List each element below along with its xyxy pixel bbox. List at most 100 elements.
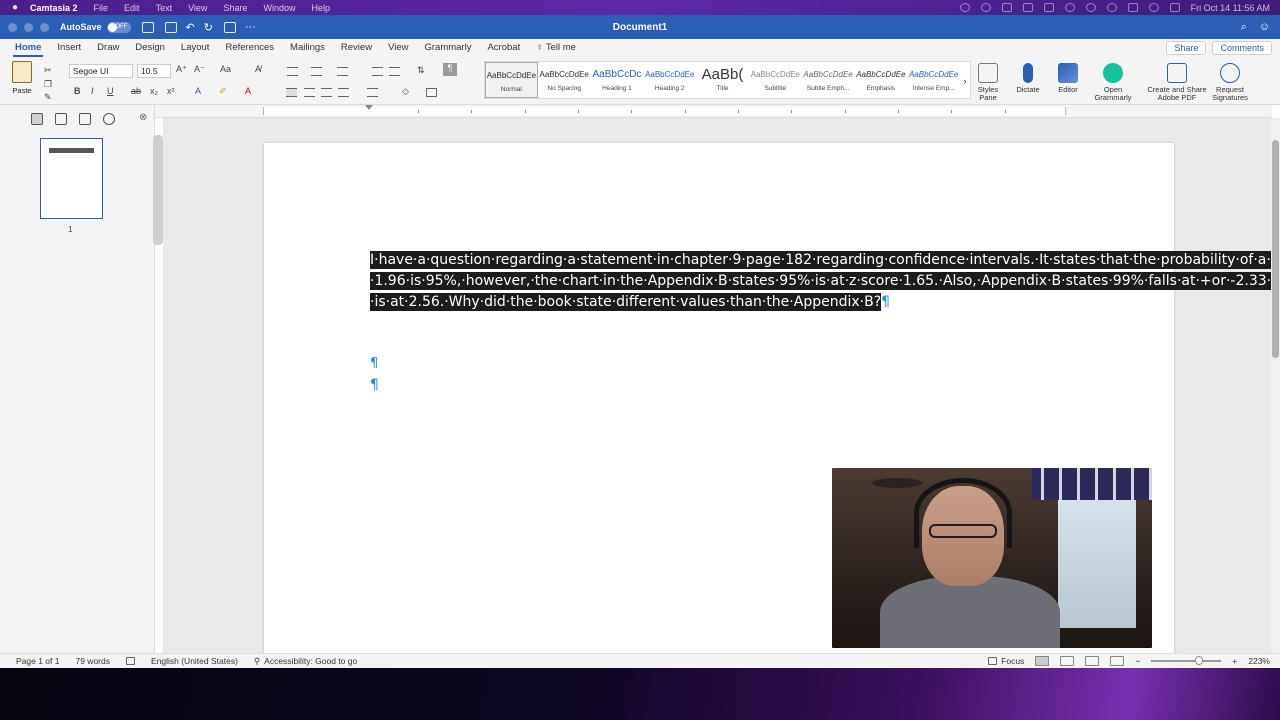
record-icon[interactable] <box>959 3 970 12</box>
menu-text[interactable]: Text <box>148 3 181 13</box>
share-button[interactable]: Share <box>1166 41 1207 55</box>
spotlight-search-icon[interactable] <box>1148 3 1159 12</box>
web-layout-view-button[interactable] <box>1060 656 1075 666</box>
close-pane-icon[interactable]: ⊗ <box>139 112 147 123</box>
style-heading-1[interactable]: AaBbCcDc Heading 1 <box>591 62 644 98</box>
align-right-icon[interactable] <box>321 88 332 97</box>
format-painter-icon[interactable]: ✎ <box>44 92 52 103</box>
font-color-icon[interactable]: A <box>245 86 251 96</box>
italic-icon[interactable]: I <box>91 86 94 96</box>
tab-review[interactable]: Review <box>333 39 380 57</box>
minimize-window-button[interactable] <box>24 22 33 32</box>
request-signatures-button[interactable]: Request Signatures <box>1210 63 1250 102</box>
menu-view[interactable]: View <box>180 3 215 13</box>
menu-help[interactable]: Help <box>303 3 338 13</box>
numbering-icon[interactable] <box>311 67 322 76</box>
search-icon[interactable] <box>103 113 115 125</box>
increase-indent-icon[interactable] <box>389 67 400 76</box>
font-size-select[interactable]: 10.5 <box>137 64 171 78</box>
page-thumbnail[interactable] <box>40 138 103 219</box>
draft-view-button[interactable] <box>1110 656 1125 666</box>
scrollbar-thumb[interactable] <box>1272 140 1279 358</box>
bold-icon[interactable]: B <box>74 86 81 96</box>
borders-icon[interactable] <box>426 88 437 97</box>
line-spacing-icon[interactable] <box>367 88 378 97</box>
camera-icon[interactable] <box>1043 3 1054 12</box>
horizontal-ruler[interactable] <box>155 105 1272 118</box>
apple-icon[interactable]: ● <box>0 2 30 13</box>
menu-app-name[interactable]: Camtasia 2 <box>30 3 86 13</box>
outline-view-button[interactable] <box>1085 656 1100 666</box>
zoom-slider-knob[interactable] <box>1195 656 1204 665</box>
font-name-select[interactable]: Segoe UI <box>69 64 133 78</box>
open-grammarly-button[interactable]: Open Grammarly <box>1093 63 1133 102</box>
justify-icon[interactable] <box>338 88 349 97</box>
dictate-button[interactable]: Dictate <box>1013 63 1043 94</box>
style-normal[interactable]: AaBbCcDdEe Normal <box>485 62 538 98</box>
word-count[interactable]: 79 words <box>59 656 110 666</box>
menubar-datetime[interactable]: Fri Oct 14 11:56 AM <box>1191 3 1270 13</box>
shrink-font-icon[interactable]: A⁻ <box>194 64 205 75</box>
menu-edit[interactable]: Edit <box>116 3 148 13</box>
autosave-toggle[interactable]: OFF <box>106 21 131 33</box>
menu-file[interactable]: File <box>86 3 117 13</box>
thumbnails-icon[interactable] <box>31 113 43 125</box>
tab-view[interactable]: View <box>380 39 416 57</box>
tab-design[interactable]: Design <box>127 39 173 57</box>
headphones-icon[interactable] <box>1085 3 1096 12</box>
first-line-indent-marker[interactable] <box>365 105 373 110</box>
control-center-icon[interactable] <box>1127 3 1138 12</box>
tab-references[interactable]: References <box>217 39 282 57</box>
print-icon[interactable] <box>223 21 236 33</box>
tab-grammarly[interactable]: Grammarly <box>416 39 479 57</box>
document-scrollbar[interactable] <box>1271 118 1280 653</box>
undo-icon[interactable]: ↶ <box>186 21 195 34</box>
zoom-window-button[interactable] <box>40 22 49 32</box>
zoom-in-icon[interactable]: + <box>1232 656 1237 666</box>
selected-paragraph-text[interactable]: I·have·a·question·regarding·a·statement·… <box>370 251 1271 311</box>
document-body[interactable]: I·have·a·question·regarding·a·statement·… <box>370 250 1271 312</box>
subscript-icon[interactable]: x₂ <box>150 86 158 96</box>
cut-icon[interactable]: ✂ <box>44 65 52 76</box>
siri-icon[interactable] <box>1169 3 1180 12</box>
multilevel-list-icon[interactable] <box>337 67 348 76</box>
paste-button[interactable]: Paste <box>9 61 35 95</box>
zoom-out-icon[interactable]: − <box>1135 656 1140 666</box>
superscript-icon[interactable]: x² <box>167 86 175 96</box>
redo-icon[interactable]: ↻ <box>204 21 213 34</box>
close-window-button[interactable] <box>8 22 17 32</box>
style-intense-emphasis[interactable]: AaBbCcDdEe Intense Emp... <box>907 62 960 98</box>
language-status[interactable]: English (United States) <box>135 656 238 666</box>
print-layout-view-button[interactable] <box>1035 656 1050 666</box>
bullets-icon[interactable] <box>287 67 298 76</box>
change-case-icon[interactable]: Aa <box>220 64 231 74</box>
play-icon[interactable] <box>1064 3 1075 12</box>
sort-icon[interactable]: ⇅ <box>417 65 425 76</box>
styles-pane-button[interactable]: Styles Pane <box>974 63 1002 102</box>
editor-button[interactable]: Editor <box>1053 63 1083 94</box>
focus-button[interactable]: Focus <box>988 656 1024 666</box>
style-subtitle[interactable]: AaBbCcDdEe Subtitle <box>749 62 802 98</box>
text-effects-icon[interactable]: A <box>195 86 201 96</box>
style-emphasis[interactable]: AaBbCcDdEe Emphasis <box>854 62 907 98</box>
tab-home[interactable]: Home <box>7 39 49 57</box>
save-icon[interactable] <box>164 21 177 33</box>
outline-icon[interactable] <box>55 113 67 125</box>
zoom-slider[interactable] <box>1151 656 1222 665</box>
menu-share[interactable]: Share <box>215 3 255 13</box>
tab-draw[interactable]: Draw <box>89 39 127 57</box>
search-icon[interactable]: ⌕ <box>1241 21 1247 34</box>
grow-font-icon[interactable]: A⁺ <box>176 64 187 75</box>
home-icon[interactable] <box>141 21 154 33</box>
pane-scrollbar[interactable] <box>153 135 163 245</box>
zoom-level[interactable]: 223% <box>1248 656 1270 666</box>
decrease-indent-icon[interactable] <box>372 67 383 76</box>
highlight-icon[interactable]: ✐ <box>219 86 227 97</box>
comments-button[interactable]: Comments <box>1212 41 1272 55</box>
align-left-icon[interactable] <box>286 88 297 97</box>
annotations-icon[interactable] <box>79 113 91 125</box>
create-share-pdf-button[interactable]: Create and Share Adobe PDF <box>1146 63 1208 102</box>
more-icon[interactable]: ··· <box>245 21 256 33</box>
show-formatting-marks-icon[interactable]: ¶ <box>443 63 457 76</box>
tab-insert[interactable]: Insert <box>49 39 89 57</box>
